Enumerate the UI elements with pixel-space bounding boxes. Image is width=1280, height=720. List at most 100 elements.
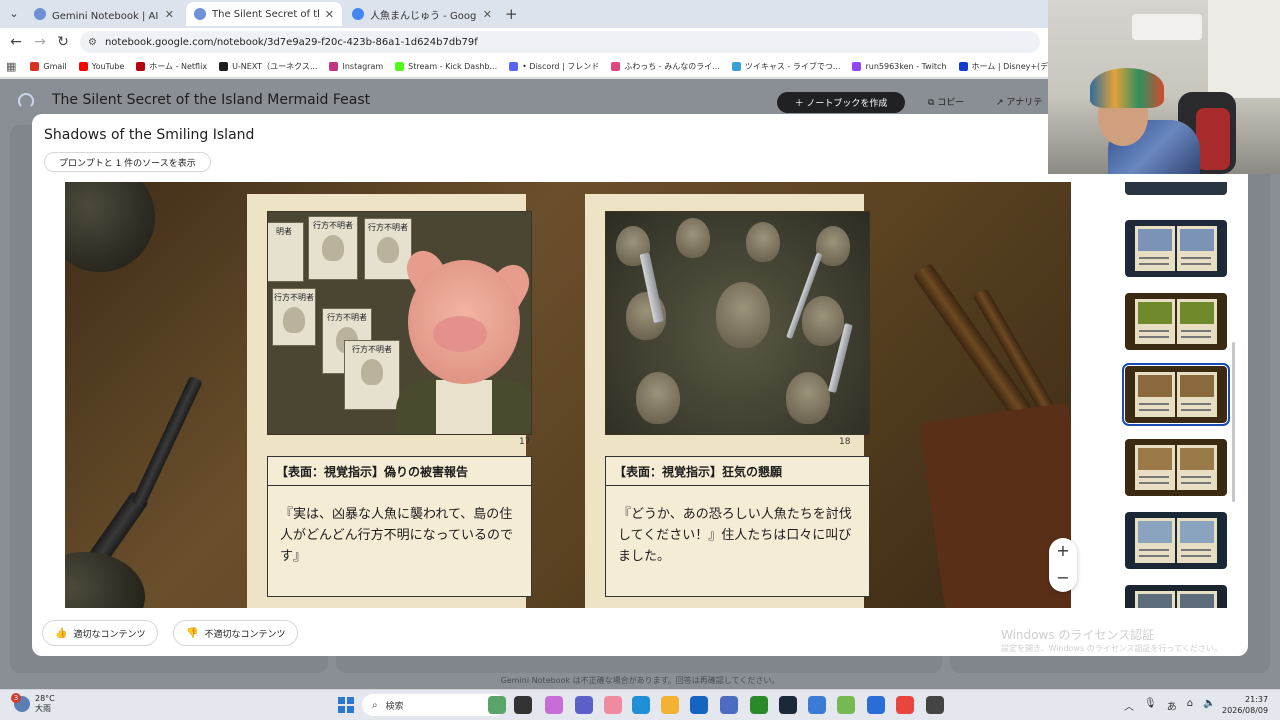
thumbnail-card-text [1181, 336, 1211, 338]
poster-face [361, 359, 383, 385]
bookmark-label: Instagram [342, 62, 384, 71]
recorder-icon[interactable] [926, 696, 944, 714]
teams-icon[interactable] [575, 696, 593, 714]
villager-face [746, 222, 780, 262]
tab-search-chevron-icon[interactable]: ⌄ [6, 6, 22, 22]
weather-widget[interactable]: 3 28°C 大雨 [11, 693, 55, 714]
taskbar-clock[interactable]: 21:37 2026/08/09 [1222, 694, 1268, 716]
notebook-title: The Silent Secret of the Island Mermaid … [52, 92, 371, 108]
bookmark-item[interactable]: Gmail [30, 62, 67, 71]
slide-thumbnail[interactable] [1125, 182, 1227, 195]
copy-button[interactable]: ⧉ コピー [928, 95, 964, 108]
kirby-app-icon[interactable] [604, 696, 622, 714]
slide-thumbnail[interactable] [1125, 293, 1227, 350]
thumbnail-scrollbar[interactable] [1232, 342, 1235, 502]
bookmark-item[interactable]: Instagram [329, 62, 383, 71]
villager-face [816, 226, 850, 266]
thumbnail-card [1135, 518, 1175, 563]
thumbnail-card-text [1139, 403, 1169, 405]
pig-snout [433, 316, 487, 352]
slide-thumbnail[interactable] [1125, 220, 1227, 277]
create-notebook-button[interactable]: ＋ ノートブックを作成 [777, 92, 905, 113]
villager-face [802, 296, 844, 346]
slide-thumbnail[interactable] [1125, 512, 1227, 569]
bookmark-item[interactable]: Stream - Kick Dashb... [395, 62, 497, 71]
bookmark-item[interactable]: ふわっち - みんなのライ... [611, 61, 720, 72]
system-tray: ︿ 🎙 あ ⌂ 🔈 [1124, 698, 1216, 713]
bookmark-item[interactable]: ツイキャス - ライブでつ... [731, 61, 840, 72]
slide-thumbnail[interactable] [1122, 363, 1230, 426]
store-icon[interactable] [690, 696, 708, 714]
slide-thumbnail[interactable] [1125, 585, 1227, 608]
bookmark-item[interactable]: • Discord | フレンド [509, 61, 599, 72]
missing-poster: 行方不明者 [344, 340, 400, 410]
tray-chevron-icon[interactable]: ︿ [1124, 698, 1134, 713]
thumbnail-card-text [1181, 403, 1211, 405]
thumbnail-card [1135, 445, 1175, 490]
analytics-button[interactable]: ↗ アナリテ [996, 95, 1042, 108]
browser-tab-google-search[interactable]: 人魚まんじゅう - Google 検索 ✕ [344, 2, 500, 26]
tab-close-icon[interactable]: ✕ [165, 8, 174, 21]
bookmark-label: Gmail [43, 62, 67, 71]
address-bar[interactable]: ⚙ notebook.google.com/notebook/3d7e9a29-… [80, 31, 1040, 53]
ime-indicator[interactable]: あ [1167, 698, 1177, 713]
bookmark-item[interactable]: YouTube [78, 62, 124, 71]
copilot-icon[interactable] [545, 696, 563, 714]
bookmark-item[interactable]: run5963ken - Twitch [852, 62, 947, 71]
slide-thumbnail[interactable] [1125, 439, 1227, 496]
tab-close-icon[interactable]: ✕ [325, 8, 334, 21]
start-windows-icon[interactable] [338, 697, 354, 713]
taskbar-search[interactable]: ⌕ 検索 [362, 694, 506, 716]
zoom-in-button[interactable]: + [1049, 538, 1077, 564]
xbox-icon[interactable] [750, 696, 768, 714]
thumbnail-card-text [1139, 336, 1169, 338]
card-caption: 【表面：視覚指示】狂気の懇願 [605, 456, 870, 486]
poster-face [283, 307, 305, 333]
app-icon[interactable] [808, 696, 826, 714]
file-explorer-icon[interactable] [661, 696, 679, 714]
edge-icon[interactable] [632, 696, 650, 714]
bookmark-favicon-icon [958, 62, 968, 71]
task-view-icon[interactable] [514, 696, 532, 714]
browser-tab-active[interactable]: The Silent Secret of the Island M ✕ [186, 2, 342, 26]
browser-tab-gemini[interactable]: Gemini Notebook | AI リサーチ ✕ [26, 2, 182, 26]
webcam-overlay [1048, 0, 1280, 174]
view-sources-chip[interactable]: プロンプトと 1 件のソースを表示 [44, 152, 211, 172]
chrome-icon[interactable] [896, 696, 914, 714]
landscape-widget-icon[interactable] [488, 696, 506, 714]
thumbnail-card-text [1139, 257, 1169, 259]
microphone-icon[interactable]: 🎙 [1144, 698, 1157, 713]
taskbar-search-placeholder: 検索 [385, 701, 404, 712]
thumbnail-card [1177, 445, 1217, 490]
feedback-bad-button[interactable]: 👎 不適切なコンテンツ [173, 620, 299, 646]
feedback-good-label: 適切なコンテンツ [73, 629, 146, 640]
thumbnail-card-text [1139, 263, 1169, 265]
reload-icon[interactable]: ↻ [55, 34, 71, 50]
steam-icon[interactable] [779, 696, 797, 714]
thumbnail-card [1177, 518, 1217, 563]
new-tab-button[interactable]: + [505, 5, 518, 23]
tab-close-icon[interactable]: ✕ [483, 8, 492, 21]
bookmark-item[interactable]: ホーム - Netflix [136, 61, 207, 72]
outlook-icon[interactable] [720, 696, 738, 714]
feedback-good-button[interactable]: 👍 適切なコンテンツ [42, 620, 159, 646]
clock-date: 2026/08/09 [1222, 706, 1269, 715]
notebook-logo-icon [18, 93, 34, 109]
bookmark-item[interactable]: U-NEXT（ユーネクス... [219, 61, 317, 72]
site-info-icon[interactable]: ⚙ [88, 37, 97, 48]
network-icon[interactable]: ⌂ [1187, 698, 1193, 713]
volume-icon[interactable]: 🔈 [1203, 698, 1215, 713]
bookmark-label: ふわっち - みんなのライ... [624, 62, 720, 71]
disclaimer-text: Gemini Notebook は不正確な場合があります。回答は再確認してくださ… [500, 676, 780, 685]
magnifier-prop [65, 552, 145, 608]
zoom-out-button[interactable]: − [1049, 565, 1077, 591]
bookmark-favicon-icon [329, 62, 339, 71]
forward-arrow-icon[interactable]: → [32, 34, 48, 50]
app-icon[interactable] [837, 696, 855, 714]
poster-label: 行方不明者 [327, 313, 367, 322]
back-arrow-icon[interactable]: ← [8, 34, 24, 50]
photos-icon[interactable] [867, 696, 885, 714]
apps-grid-icon[interactable]: ▦ [6, 60, 16, 73]
notebook-favicon-icon [194, 8, 206, 20]
thumbnail-card-art [1138, 375, 1172, 397]
